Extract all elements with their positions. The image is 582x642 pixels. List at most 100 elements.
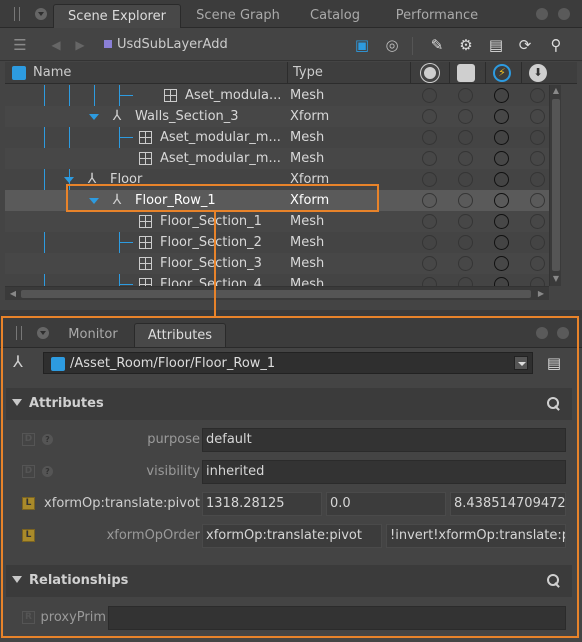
visibility-toggle[interactable] <box>422 193 437 208</box>
scroll-left-icon[interactable]: ◀ <box>7 288 19 300</box>
render-toggle[interactable] <box>458 151 473 166</box>
render-toggle[interactable] <box>458 109 473 124</box>
panel-menu-icon[interactable] <box>35 8 47 20</box>
load-toggle[interactable] <box>530 109 545 124</box>
layer-color-swatch <box>104 40 112 48</box>
vertical-scrollbar[interactable]: ▲ ▼ <box>549 85 561 286</box>
scroll-thumb[interactable] <box>21 290 531 298</box>
tree-row[interactable]: Aset_modular_m... Mesh <box>5 127 549 148</box>
active-toggle[interactable] <box>494 214 509 229</box>
horizontal-scrollbar[interactable]: ◀ ▶ <box>5 286 549 300</box>
layers-stack-icon[interactable]: ☰ <box>10 35 30 55</box>
load-toggle[interactable] <box>530 88 545 103</box>
tree-row[interactable]: Floor_Section_2 Mesh <box>5 232 549 253</box>
top-tab-bar: Scene Explorer Scene Graph Catalog Perfo… <box>0 0 582 28</box>
scroll-up-icon[interactable]: ▲ <box>550 85 562 97</box>
close-panel-icon[interactable] <box>558 8 570 20</box>
xform-icon: ⅄ <box>112 108 122 124</box>
load-toggle[interactable] <box>530 151 545 166</box>
usd-root-icon <box>12 66 26 80</box>
mesh-icon <box>139 152 152 165</box>
panel-grip-icon[interactable] <box>14 7 20 21</box>
float-window-icon[interactable] <box>536 8 548 20</box>
scroll-down-icon[interactable]: ▼ <box>550 273 562 285</box>
column-type-header[interactable]: Type <box>293 62 323 84</box>
scroll-thumb[interactable] <box>552 99 560 271</box>
render-toggle[interactable] <box>458 130 473 145</box>
mesh-icon <box>139 278 152 286</box>
active-toggle[interactable] <box>494 193 509 208</box>
tree-row[interactable]: Aset_modular_m... Mesh <box>5 148 549 169</box>
tab-performance[interactable]: Performance <box>380 4 494 28</box>
usd-stage-icon[interactable]: ▣ <box>352 35 372 55</box>
forward-arrow-icon[interactable]: ▶ <box>72 35 88 55</box>
tree-row[interactable]: ⅄ Walls_Section_3 Xform <box>5 106 549 127</box>
mesh-icon <box>139 236 152 249</box>
visibility-toggle[interactable] <box>422 88 437 103</box>
active-toggle[interactable] <box>494 130 509 145</box>
tree-row[interactable]: Aset_modula... Mesh <box>5 85 549 106</box>
tree-row[interactable]: Floor_Section_4 Mesh <box>5 274 549 286</box>
expand-arrow-icon[interactable] <box>89 114 99 120</box>
tree-row[interactable]: Floor_Section_1 Mesh <box>5 211 549 232</box>
active-toggle[interactable] <box>494 109 509 124</box>
visibility-toggle[interactable] <box>422 256 437 271</box>
active-toggle[interactable] <box>494 277 509 286</box>
current-layer-name[interactable]: UsdSubLayerAdd <box>117 36 228 54</box>
load-toggle[interactable] <box>530 172 545 187</box>
visibility-toggle[interactable] <box>422 109 437 124</box>
download-arrow-icon[interactable]: ⬇ <box>529 64 547 82</box>
tree-row[interactable]: Floor_Section_3 Mesh <box>5 253 549 274</box>
lightning-icon[interactable]: ⚡ <box>493 64 511 82</box>
active-toggle[interactable] <box>494 151 509 166</box>
load-toggle[interactable] <box>530 193 545 208</box>
load-toggle[interactable] <box>530 277 545 286</box>
render-toggle[interactable] <box>458 172 473 187</box>
load-toggle[interactable] <box>530 256 545 271</box>
render-toggle[interactable] <box>458 277 473 286</box>
visibility-eye-icon[interactable] <box>421 64 439 82</box>
render-toggle[interactable] <box>458 88 473 103</box>
prim-type: Xform <box>290 109 330 124</box>
active-toggle[interactable] <box>494 88 509 103</box>
load-toggle[interactable] <box>530 235 545 250</box>
load-toggle[interactable] <box>530 214 545 229</box>
mesh-icon <box>139 131 152 144</box>
prim-name: Floor_Section_3 <box>160 256 262 271</box>
prim-type: Mesh <box>290 256 325 271</box>
visibility-toggle[interactable] <box>422 277 437 286</box>
visibility-toggle[interactable] <box>422 172 437 187</box>
column-name-header[interactable]: Name <box>33 62 71 84</box>
back-arrow-icon[interactable]: ◀ <box>48 35 64 55</box>
render-toggle[interactable] <box>458 214 473 229</box>
spiral-refresh-icon[interactable]: ◎ <box>382 35 402 55</box>
expand-arrow-icon[interactable] <box>64 177 74 183</box>
render-clapper-icon[interactable] <box>457 64 475 82</box>
load-toggle[interactable] <box>530 130 545 145</box>
active-toggle[interactable] <box>494 235 509 250</box>
visibility-toggle[interactable] <box>422 214 437 229</box>
visibility-toggle[interactable] <box>422 151 437 166</box>
scene-toolbar: ☰ ◀ ▶ UsdSubLayerAdd ▣ ◎ ✎ ⚙ ▤ ⟳ ⚲ <box>0 29 582 61</box>
gear-icon[interactable]: ⚙ <box>456 35 476 55</box>
active-toggle[interactable] <box>494 172 509 187</box>
render-toggle[interactable] <box>458 235 473 250</box>
render-toggle[interactable] <box>458 193 473 208</box>
visibility-toggle[interactable] <box>422 235 437 250</box>
mesh-icon <box>139 257 152 270</box>
prim-name: Aset_modular_m... <box>160 130 281 145</box>
tab-scene-graph[interactable]: Scene Graph <box>186 4 290 28</box>
render-toggle[interactable] <box>458 256 473 271</box>
search-icon[interactable]: ⚲ <box>546 35 566 55</box>
pencil-icon[interactable]: ✎ <box>427 35 447 55</box>
prim-type: Mesh <box>290 235 325 250</box>
tab-catalog[interactable]: Catalog <box>298 4 372 28</box>
clapper-icon[interactable]: ▤ <box>486 35 506 55</box>
scroll-right-icon[interactable]: ▶ <box>535 288 547 300</box>
active-toggle[interactable] <box>494 256 509 271</box>
visibility-toggle[interactable] <box>422 130 437 145</box>
tab-scene-explorer[interactable]: Scene Explorer <box>53 4 181 28</box>
mesh-icon <box>164 89 177 102</box>
mesh-icon <box>139 215 152 228</box>
sync-icon[interactable]: ⟳ <box>515 35 535 55</box>
